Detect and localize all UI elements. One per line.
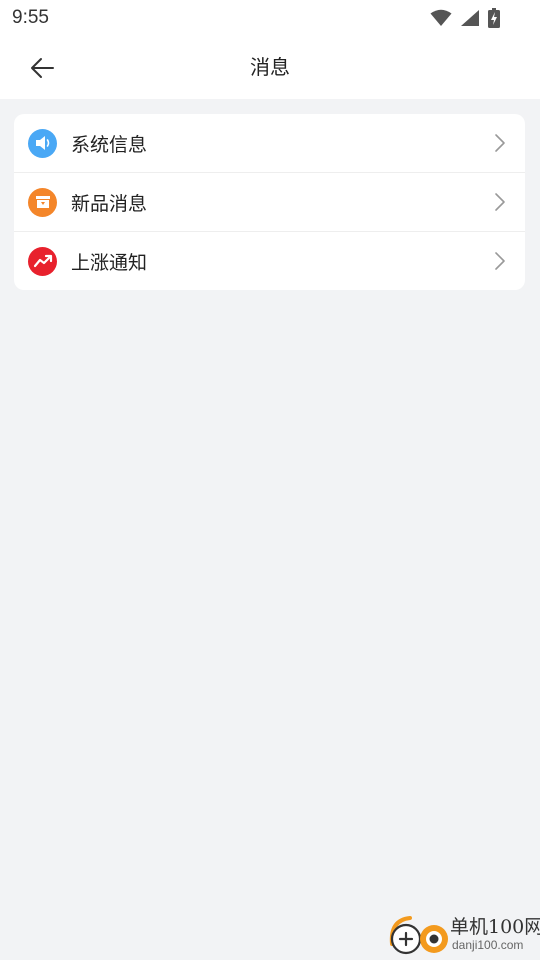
chevron-right-icon bbox=[495, 252, 505, 270]
watermark-subtitle: danji100.com bbox=[452, 938, 524, 952]
status-time: 9:55 bbox=[12, 7, 49, 28]
list-item-label: 系统信息 bbox=[71, 133, 148, 156]
watermark: 单机100网 danji100.com bbox=[386, 912, 540, 958]
wifi-icon bbox=[430, 9, 452, 26]
status-bar: 9:55 bbox=[0, 0, 540, 36]
watermark-title: 单机100网 bbox=[450, 916, 540, 938]
list-item-label: 新品消息 bbox=[71, 192, 148, 215]
box-icon bbox=[28, 187, 57, 217]
status-icons bbox=[430, 8, 500, 28]
chevron-right-icon bbox=[495, 193, 505, 211]
list-item-price-rise[interactable]: 上涨通知 bbox=[14, 231, 525, 290]
signal-icon bbox=[461, 10, 479, 26]
speaker-icon bbox=[28, 128, 57, 158]
trending-up-icon bbox=[28, 246, 57, 276]
list-item-system-info[interactable]: 系统信息 bbox=[14, 114, 525, 172]
list-item-label: 上涨通知 bbox=[71, 251, 148, 274]
list-item-new-products[interactable]: 新品消息 bbox=[14, 172, 525, 231]
message-list-card: 系统信息 新品消息 上涨通知 bbox=[14, 114, 525, 290]
arrow-left-icon bbox=[31, 58, 54, 78]
page-title: 消息 bbox=[250, 55, 290, 79]
chevron-right-icon bbox=[495, 134, 505, 152]
watermark-logo-icon bbox=[389, 916, 448, 955]
app-header: 消息 bbox=[0, 36, 540, 99]
back-button[interactable] bbox=[20, 46, 64, 90]
battery-charging-icon bbox=[488, 8, 500, 28]
